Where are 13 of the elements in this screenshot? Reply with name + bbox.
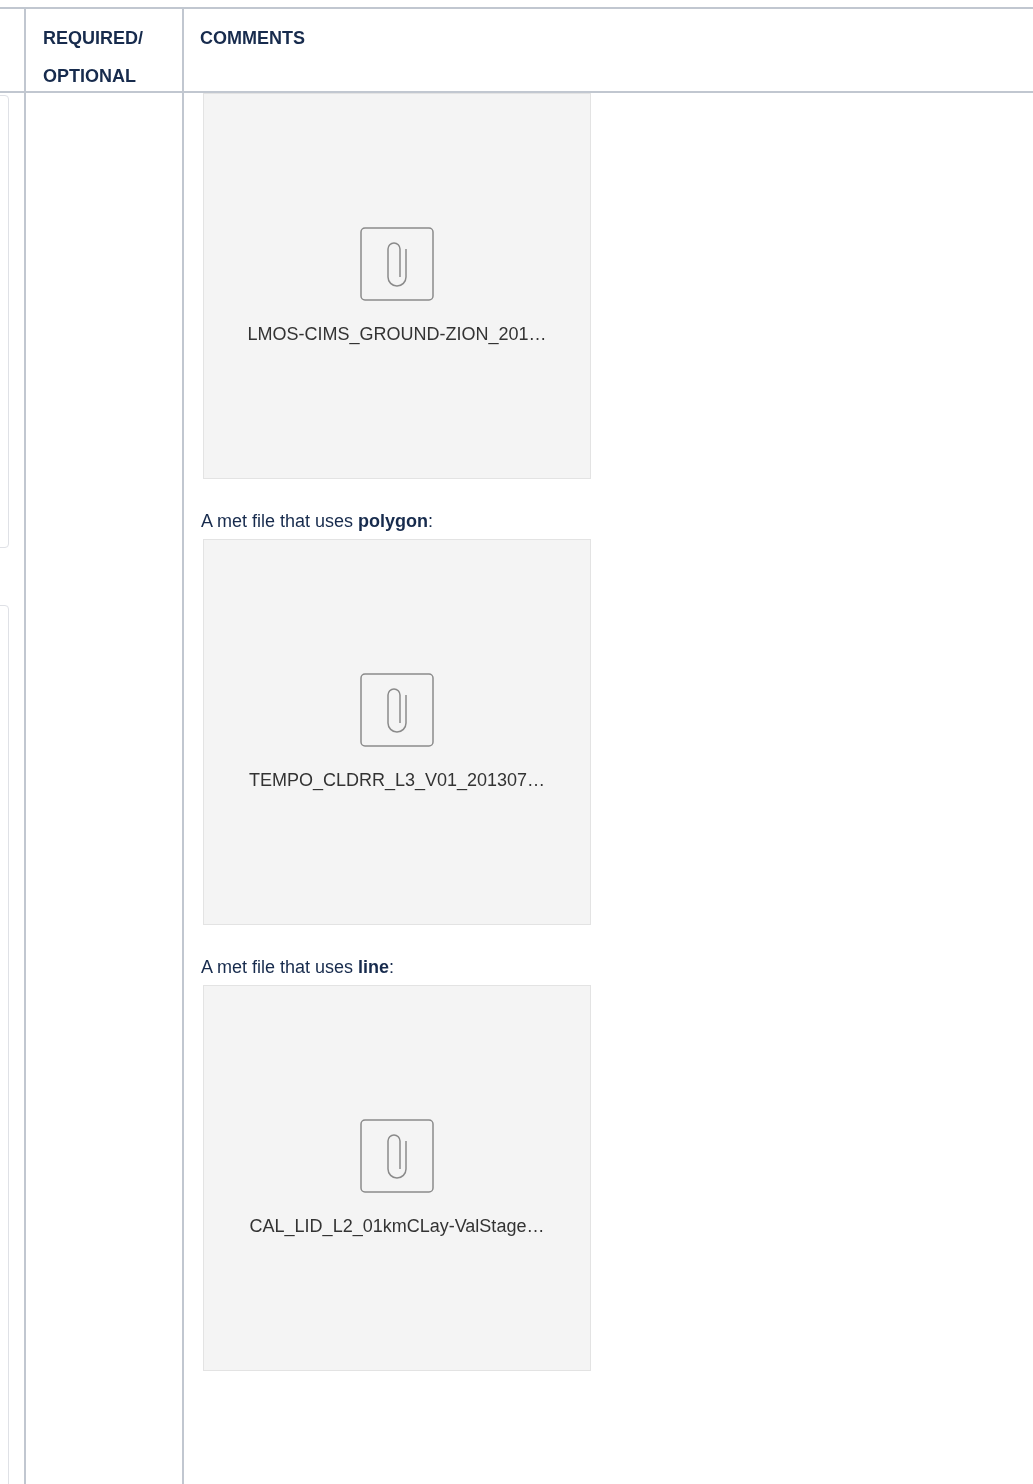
file-attachment-card[interactable]: CAL_LID_L2_01kmCLay-ValStage… xyxy=(203,985,591,1371)
column-header: REQUIRED/ OPTIONAL xyxy=(43,27,144,88)
comment-text: A met file that uses line: xyxy=(201,956,395,979)
paperclip-icon xyxy=(360,1119,434,1193)
column-header: COMMENTS xyxy=(200,27,306,50)
file-name: TEMPO_CLDRR_L3_V01_201307… xyxy=(248,769,546,793)
file-attachment-card[interactable]: TEMPO_CLDRR_L3_V01_201307… xyxy=(203,539,591,925)
file-attachment-card[interactable]: LMOS-CIMS_GROUND-ZION_201… xyxy=(203,93,591,479)
file-name: LMOS-CIMS_GROUND-ZION_201… xyxy=(247,323,547,347)
file-name: CAL_LID_L2_01kmCLay-ValStage… xyxy=(249,1215,545,1239)
paperclip-icon xyxy=(360,227,434,301)
paperclip-icon xyxy=(360,673,434,747)
comment-text: A met file that uses polygon: xyxy=(201,510,434,533)
